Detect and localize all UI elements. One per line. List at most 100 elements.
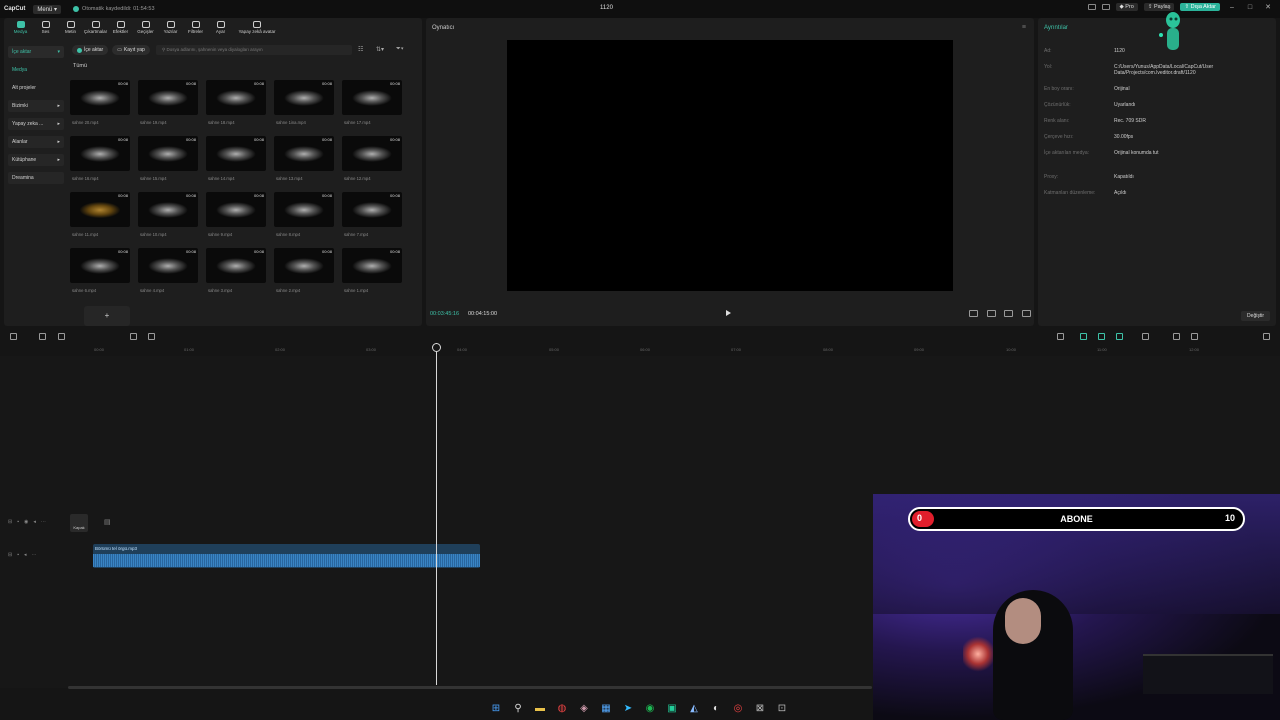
media-item[interactable]: 00:08 sahne 11.mp4 — [70, 192, 130, 237]
zoom-in-icon[interactable] — [1263, 333, 1270, 340]
media-item[interactable]: 00:08 sahne 8.mp4 — [274, 192, 334, 237]
quality-icon[interactable] — [1004, 310, 1013, 317]
snap-icon[interactable] — [1098, 333, 1105, 340]
mic-icon[interactable] — [1057, 333, 1064, 340]
media-thumbnail[interactable]: 00:08 — [206, 248, 266, 283]
timeline-scrollbar[interactable] — [68, 686, 872, 689]
tab-text[interactable]: Metin — [58, 21, 83, 40]
media-search-input[interactable]: ⚲ Dosya adlarını, şahnenin veya diyalogl… — [156, 45, 352, 55]
fullscreen-icon[interactable] — [1022, 310, 1031, 317]
steam-icon[interactable]: ◭ — [686, 700, 702, 716]
change-settings-button[interactable]: Değiştir — [1241, 311, 1270, 321]
maximize-icon[interactable]: □ — [1244, 4, 1256, 11]
media-thumbnail[interactable]: 00:08 — [138, 192, 198, 227]
sidebar-item-ai[interactable]: Yapay zeka ... ▸ — [8, 118, 64, 130]
media-item[interactable]: 00:08 sahne 1.mp4 — [342, 248, 402, 293]
zoom-out-icon[interactable] — [1173, 333, 1180, 340]
media-item[interactable]: 00:08 sahne 17.mp4 — [342, 80, 402, 125]
tab-ai-avatar[interactable]: Yapay zekâ avatar — [233, 21, 281, 40]
tab-transitions[interactable]: Geçişler — [133, 21, 158, 40]
sidebar-item-spaces[interactable]: Alanlar ▸ — [8, 136, 64, 148]
video-preview[interactable] — [507, 40, 953, 291]
preview-axis-icon[interactable] — [1116, 333, 1123, 340]
media-thumbnail[interactable]: 00:08 — [138, 136, 198, 171]
media-thumbnail[interactable]: 00:08 — [274, 80, 334, 115]
media-item[interactable]: 00:08 sahne 1ina.mp4 — [274, 80, 334, 125]
media-thumbnail[interactable]: 00:08 — [342, 248, 402, 283]
media-item[interactable]: 00:08 sahne 15.mp4 — [138, 136, 198, 181]
media-item[interactable]: 00:08 sahne 18.mp4 — [206, 80, 266, 125]
pro-button[interactable]: ◆ Pro — [1115, 3, 1138, 11]
tab-adjust[interactable]: Ayar — [208, 21, 233, 40]
track-more-icon[interactable]: ⋯ — [32, 552, 37, 558]
app4-icon[interactable]: ⊡ — [774, 700, 790, 716]
recorder-icon[interactable]: ◎ — [730, 700, 746, 716]
track-lock-icon[interactable]: ⊟ — [8, 519, 12, 525]
media-thumbnail[interactable]: 00:08 — [138, 248, 198, 283]
track-lock-icon[interactable]: ⊟ — [8, 552, 12, 558]
sidebar-item-media[interactable]: Medya — [8, 64, 64, 76]
track-visible-icon[interactable]: ◉ — [24, 519, 28, 525]
media-item[interactable]: 00:08 sahne 3.mp4 — [206, 248, 266, 293]
media-item[interactable]: 00:08 sahne 14.mp4 — [206, 136, 266, 181]
spotify-icon[interactable]: ◉ — [642, 700, 658, 716]
sidebar-item-library[interactable]: Kütüphane ▸ — [8, 154, 64, 166]
undo-icon[interactable] — [39, 333, 46, 340]
tab-media[interactable]: Medya — [8, 21, 33, 40]
track-hide-icon[interactable]: ▪ — [17, 552, 19, 558]
track-mute-icon[interactable]: ◂ — [24, 552, 27, 558]
media-thumbnail[interactable]: 00:08 — [342, 136, 402, 171]
capcut-taskbar-icon[interactable]: ◈ — [576, 700, 592, 716]
media-thumbnail[interactable]: 00:08 — [342, 80, 402, 115]
ratio-icon[interactable] — [969, 310, 978, 317]
link-icon[interactable] — [1080, 333, 1087, 340]
playhead-line[interactable] — [436, 343, 437, 685]
tab-stickers[interactable]: Çıkartmalar — [83, 21, 108, 40]
redo-icon[interactable] — [58, 333, 65, 340]
telegram-icon[interactable]: ➤ — [620, 700, 636, 716]
media-item[interactable]: 00:08 sahne 4.mp4 — [138, 248, 198, 293]
search-icon[interactable]: ⚲ — [510, 700, 526, 716]
timeline-ruler[interactable]: 00:00 01:00 02:00 03:00 04:00 05:00 06:0… — [0, 344, 1280, 356]
play-icon[interactable] — [726, 310, 731, 316]
app3-icon[interactable]: ⊠ — [752, 700, 768, 716]
media-thumbnail[interactable]: 00:08 — [138, 80, 198, 115]
keyboard-icon[interactable] — [1101, 4, 1110, 10]
track-hide-icon[interactable]: ▪ — [17, 519, 19, 525]
track-mute-icon[interactable]: ◂ — [33, 519, 36, 525]
player-menu-icon[interactable]: ≡ — [1022, 24, 1026, 31]
obs-icon[interactable]: ◐ — [708, 700, 724, 716]
crop-icon[interactable] — [987, 310, 996, 317]
media-item[interactable]: 00:08 sahne 13.mp4 — [274, 136, 334, 181]
select-tool-icon[interactable] — [10, 333, 17, 340]
media-thumbnail[interactable]: 00:08 — [206, 192, 266, 227]
sort-icon[interactable]: ⇅▾ — [376, 46, 384, 53]
media-item[interactable]: 00:08 sahne 6.mp4 — [70, 248, 130, 293]
sidebar-item-subprojects[interactable]: Alt projeler — [8, 82, 64, 94]
layout-icon[interactable] — [1087, 4, 1096, 10]
cover-button[interactable]: Kapak — [70, 514, 88, 532]
media-thumbnail[interactable]: 00:08 — [206, 80, 266, 115]
sidebar-item-import[interactable]: İçe aktar ▾ — [8, 46, 64, 58]
file-explorer-icon[interactable]: ▬ — [532, 700, 548, 716]
media-item[interactable]: 00:08 sahne 20.mp4 — [70, 80, 130, 125]
delete-icon[interactable] — [130, 333, 137, 340]
playhead-handle[interactable] — [432, 343, 441, 352]
media-thumbnail[interactable]: 00:08 — [342, 192, 402, 227]
zoom-slider-icon[interactable] — [1191, 333, 1198, 340]
add-media-button[interactable]: + — [84, 306, 130, 326]
tab-filters[interactable]: Filtreler — [183, 21, 208, 40]
chrome-icon[interactable]: ◍ — [554, 700, 570, 716]
media-item[interactable]: 00:08 sahne 2.mp4 — [274, 248, 334, 293]
media-item[interactable]: 00:08 sahne 7.mp4 — [342, 192, 402, 237]
sidebar-item-dreamina[interactable]: Dreamina — [8, 172, 64, 184]
app-icon[interactable]: ▦ — [598, 700, 614, 716]
filter-icon[interactable]: ⏷▾ — [396, 46, 404, 53]
marker-icon[interactable] — [148, 333, 155, 340]
close-icon[interactable]: ✕ — [1262, 3, 1274, 11]
tab-captions[interactable]: Yazılar — [158, 21, 183, 40]
media-thumbnail[interactable]: 00:08 — [70, 80, 130, 115]
media-thumbnail[interactable]: 00:08 — [206, 136, 266, 171]
media-thumbnail[interactable]: 00:08 — [70, 192, 130, 227]
media-item[interactable]: 00:08 sahne 16.mp4 — [70, 136, 130, 181]
